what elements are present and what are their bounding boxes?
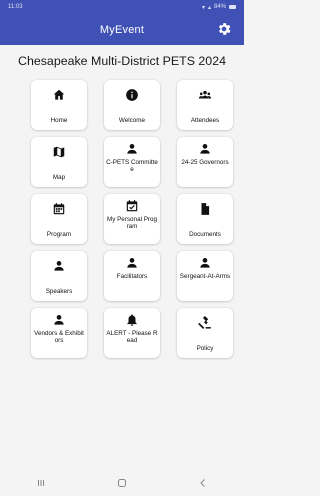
gear-icon[interactable] — [216, 21, 232, 37]
tile-label: Speakers — [45, 288, 73, 295]
tile-label: C-PETS Committee — [106, 159, 158, 173]
gavel-icon — [198, 316, 211, 330]
status-bar: 11:03 ▾ ▴ 84% — [0, 0, 244, 14]
tile-label: ALERT - Please Read — [106, 330, 158, 344]
person-icon — [127, 144, 137, 154]
tile-policy[interactable]: Policy — [177, 308, 233, 358]
tile-24-25-governors[interactable]: 24-25 Governors — [177, 137, 233, 187]
tile-label: Policy — [196, 345, 214, 352]
tile-speakers[interactable]: Speakers — [31, 251, 87, 301]
person-icon — [54, 315, 64, 325]
tile-c-pets-committee[interactable]: C-PETS Committee — [104, 137, 160, 187]
tile-welcome[interactable]: Welcome — [104, 80, 160, 130]
calendar-icon — [53, 203, 65, 215]
bell-icon — [127, 314, 137, 326]
android-nav-bar — [0, 470, 244, 496]
tile-label: Program — [46, 231, 72, 238]
tile-my-personal-program[interactable]: My Personal Program — [104, 194, 160, 244]
tile-label: Facilitators — [116, 273, 148, 280]
tile-home[interactable]: Home — [31, 80, 87, 130]
tile-alert-please-read[interactable]: ALERT - Please Read — [104, 308, 160, 358]
tile-sergeant-at-arms[interactable]: Sergeant-At-Arms — [177, 251, 233, 301]
map-icon — [53, 146, 65, 158]
tile-label: Map — [52, 174, 66, 181]
app-bar: MyEvent — [0, 14, 244, 45]
tile-documents[interactable]: Documents — [177, 194, 233, 244]
person-icon — [54, 261, 64, 271]
home-nav-icon[interactable] — [117, 478, 127, 488]
tile-label: 24-25 Governors — [181, 159, 229, 166]
tile-label: Attendees — [190, 117, 220, 124]
recent-apps-icon[interactable] — [36, 478, 46, 488]
tile-attendees[interactable]: Attendees — [177, 80, 233, 130]
document-icon — [201, 203, 210, 215]
tile-label: Sergeant-At-Arms — [179, 273, 231, 280]
wifi-icon: ▾ — [201, 4, 205, 11]
person-icon — [200, 144, 210, 154]
calendar-check-icon — [126, 200, 138, 212]
tile-label: Home — [50, 117, 68, 124]
people-icon — [198, 90, 212, 99]
back-icon[interactable] — [198, 478, 208, 488]
status-indicators: ▾ ▴ 84% — [202, 4, 236, 11]
tile-label: Documents — [189, 231, 221, 238]
tile-program[interactable]: Program — [31, 194, 87, 244]
tile-label: Welcome — [118, 117, 146, 124]
tile-facilitators[interactable]: Facilitators — [104, 251, 160, 301]
tile-label: Vendors & Exhibitors — [34, 330, 84, 344]
person-icon — [127, 258, 137, 268]
status-time: 11:03 — [8, 4, 23, 10]
tile-map[interactable]: Map — [31, 137, 87, 187]
battery-icon — [229, 5, 236, 9]
person-icon — [200, 258, 210, 268]
tile-vendors-exhibitors[interactable]: Vendors & Exhibitors — [31, 308, 87, 358]
tile-label: My Personal Program — [106, 216, 158, 230]
app-title: MyEvent — [99, 23, 145, 36]
menu-grid: Home Welcome Attendees Map C-PETS Committee 2… — [0, 80, 244, 358]
home-icon — [53, 89, 65, 100]
info-icon — [126, 89, 138, 101]
event-title: Chesapeake Multi-District PETS 2024 — [18, 54, 226, 68]
battery-text: 84% — [213, 4, 226, 10]
signal-icon: ▴ — [207, 4, 211, 11]
